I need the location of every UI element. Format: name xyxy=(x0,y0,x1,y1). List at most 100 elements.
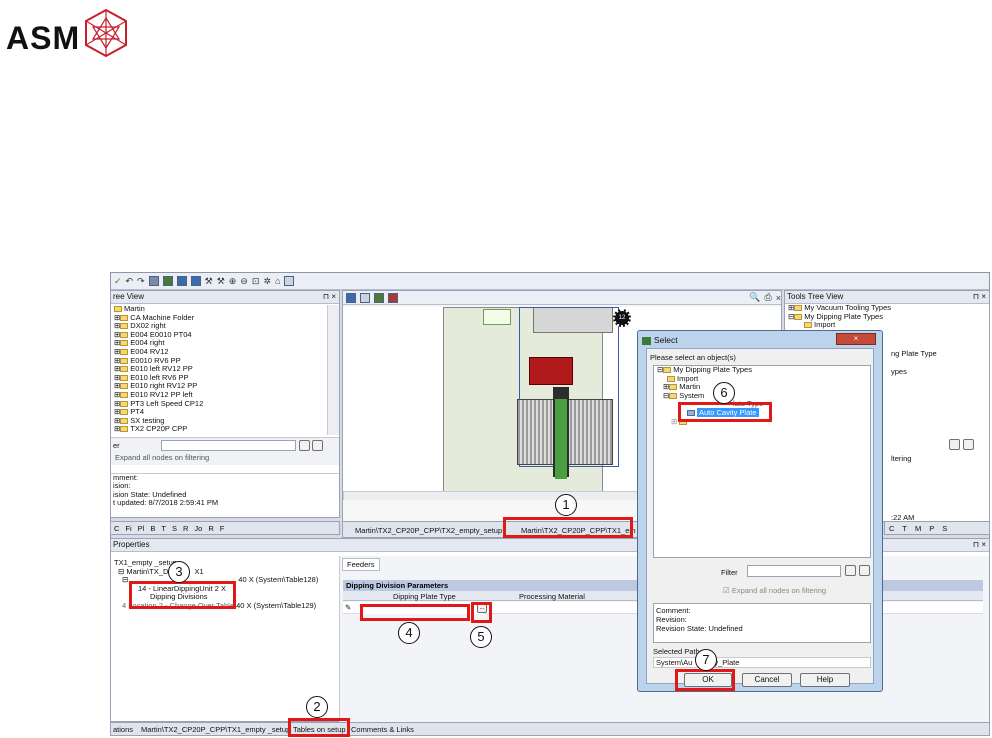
dialog-close-button[interactable]: × xyxy=(836,333,876,345)
left-dock-tabs: C Fi Pl B T S R Jo R F xyxy=(110,521,340,535)
green-bar xyxy=(555,399,567,479)
cancel-button[interactable]: Cancel xyxy=(742,673,792,687)
pin-close-icon[interactable]: ⊓ × xyxy=(973,291,986,303)
view4-icon[interactable] xyxy=(388,292,398,303)
bottom-tab[interactable]: ations xyxy=(113,725,133,734)
dialog-expand-checkbox[interactable]: ☑ Expand all nodes on filtering xyxy=(723,586,826,595)
dialog-filter-label: Filter xyxy=(721,568,738,577)
tree-view-title: ree View ⊓ × xyxy=(111,291,339,304)
feeders-tab[interactable]: Feeders xyxy=(342,558,380,571)
arrow-module xyxy=(483,309,511,325)
pin-close-icon[interactable]: ⊓ × xyxy=(973,539,986,551)
dock-tab[interactable]: T xyxy=(161,524,166,533)
dock-tab[interactable]: S xyxy=(942,524,947,533)
home-icon[interactable]: ⌂ xyxy=(275,276,280,286)
selected-path-value: System\Au ty_Plate xyxy=(653,657,871,668)
pencil-icon: ✎ xyxy=(345,603,352,612)
callout-4: 4 xyxy=(398,622,420,644)
callout-5: 5 xyxy=(470,626,492,648)
tree-item[interactable]: Import xyxy=(788,320,989,330)
callout-2: 2 xyxy=(306,696,328,718)
tools-icon[interactable]: ⚒ xyxy=(205,276,213,287)
highlight-browse-button xyxy=(471,602,492,623)
dock-tab[interactable]: F xyxy=(220,524,225,533)
gear-icon[interactable]: ✲ xyxy=(263,276,271,287)
highlight-doc-tab xyxy=(503,517,633,538)
window-icon[interactable] xyxy=(284,276,295,286)
tree-item[interactable]: ⊟ System xyxy=(657,391,870,401)
dock-tab[interactable]: P xyxy=(929,524,934,533)
redo-icon[interactable]: ↷ xyxy=(137,276,145,287)
highlight-auto-cavity-plate xyxy=(678,402,772,422)
dialog-comment-box: Comment: Revision: Revision State: Undef… xyxy=(653,603,871,643)
filter-input[interactable] xyxy=(161,440,296,451)
check-icon[interactable]: ✓ xyxy=(114,276,122,287)
dock-tab[interactable]: Jo xyxy=(194,524,202,533)
filter-label: er xyxy=(113,441,120,450)
help-button[interactable]: Help xyxy=(800,673,850,687)
bottom-tab[interactable]: Martin\TX2_CP20P_CPP\TX1_empty _setup xyxy=(141,725,290,734)
dock-tab[interactable]: C xyxy=(114,524,119,533)
dialog-filter-input[interactable] xyxy=(747,565,841,577)
dock-tab[interactable]: S xyxy=(172,524,177,533)
viewer-toolbar: 🔍 ⎙ × xyxy=(343,291,781,305)
layout-icon[interactable] xyxy=(176,276,187,286)
selected-path-label: Selected Path xyxy=(653,647,700,656)
asm-logo-text: ASM xyxy=(6,20,81,56)
dialog-prompt: Please select an object(s) xyxy=(650,353,736,362)
tools2-icon[interactable]: ⚒ xyxy=(217,276,225,287)
highlight-ok-button xyxy=(675,669,735,691)
tools-tree-partial: ng Plate Type xyxy=(891,349,937,358)
tree-item[interactable]: ⊞ TX2 CP20P CPP xyxy=(114,425,326,434)
dock-tab[interactable]: R xyxy=(183,524,188,533)
dialog-filter-apply-button[interactable] xyxy=(845,565,856,576)
dialog-body: Please select an object(s) ⊟ My Dipping P… xyxy=(646,348,874,684)
filter-clear-button[interactable] xyxy=(312,440,323,451)
dialog-filter-clear-button[interactable] xyxy=(859,565,870,576)
dock-tab[interactable]: Pl xyxy=(138,524,145,533)
tree-view-list: Martin ⊞ CA Machine Folder ⊞ DX02 right ⊞ E… xyxy=(111,305,326,435)
callout-1: 1 xyxy=(555,494,577,516)
bottom-tab[interactable]: Comments & Links xyxy=(351,725,414,734)
tools-filter-apply-button[interactable] xyxy=(949,439,960,450)
tools-filter-clear-button[interactable] xyxy=(963,439,974,450)
callout-3: 3 xyxy=(168,561,190,583)
dock-tab[interactable]: R xyxy=(208,524,213,533)
view2-icon[interactable] xyxy=(360,292,370,303)
tree-filter-row: er Expand all nodes on filtering xyxy=(111,437,339,465)
slot-badge-icon: 12 xyxy=(613,309,631,327)
close-icon[interactable]: × xyxy=(776,293,781,303)
zoom-fit-icon[interactable]: ⊡ xyxy=(252,276,260,287)
filter-apply-button[interactable] xyxy=(299,440,310,451)
print-icon[interactable]: ⎙ xyxy=(765,292,772,303)
layout2-icon[interactable] xyxy=(190,276,201,286)
main-toolbar: ✓ ↶ ↷ ⚒ ⚒ ⊕ ⊖ ⊡ ✲ ⌂ xyxy=(111,273,989,290)
dialog-title: Select xyxy=(642,335,678,345)
dock-tab[interactable]: B xyxy=(150,524,155,533)
tree-item[interactable]: ⊞ PT3 Left Speed CP12 xyxy=(114,399,326,409)
tree-view-pane: ree View ⊓ × Martin ⊞ CA Machine Folder ⊞ D… xyxy=(110,290,340,518)
table-icon[interactable] xyxy=(162,276,173,286)
tree-scrollbar[interactable] xyxy=(327,305,339,435)
search-icon[interactable]: 🔍 xyxy=(749,292,760,303)
tools-tree-partial: ypes xyxy=(891,367,907,376)
callout-7: 7 xyxy=(695,649,717,671)
expand-checkbox-label[interactable]: Expand all nodes on filtering xyxy=(115,453,209,462)
dock-tab[interactable]: M xyxy=(915,524,921,533)
dock-tab[interactable]: Fi xyxy=(125,524,131,533)
pin-close-icon[interactable]: ⊓ × xyxy=(323,291,336,303)
dialog-icon xyxy=(642,336,651,345)
dock-tab[interactable]: T xyxy=(902,524,907,533)
zoom-out-icon[interactable]: ⊖ xyxy=(240,276,248,287)
undo-icon[interactable]: ↶ xyxy=(126,276,134,287)
bottom-tabs: ations Martin\TX2_CP20P_CPP\TX1_empty _s… xyxy=(110,722,990,736)
dialog-tree: ⊟ My Dipping Plate Types Import ⊞ Martin ⊟… xyxy=(653,365,871,558)
zoom-in-icon[interactable]: ⊕ xyxy=(229,276,237,287)
view3-icon[interactable] xyxy=(374,292,384,303)
tools-tree-list: ⊞ My Vacuum Tooling Types ⊟ My Dipping Pla… xyxy=(785,303,989,330)
view-icon[interactable] xyxy=(346,292,356,303)
dock-tab[interactable]: C xyxy=(889,524,894,533)
doc-tab[interactable]: Martin\TX2_CP20P_CPP\TX2_empty_setup xyxy=(355,526,502,535)
highlight-plate-type-cell xyxy=(360,604,470,621)
grid-icon[interactable] xyxy=(148,276,159,286)
